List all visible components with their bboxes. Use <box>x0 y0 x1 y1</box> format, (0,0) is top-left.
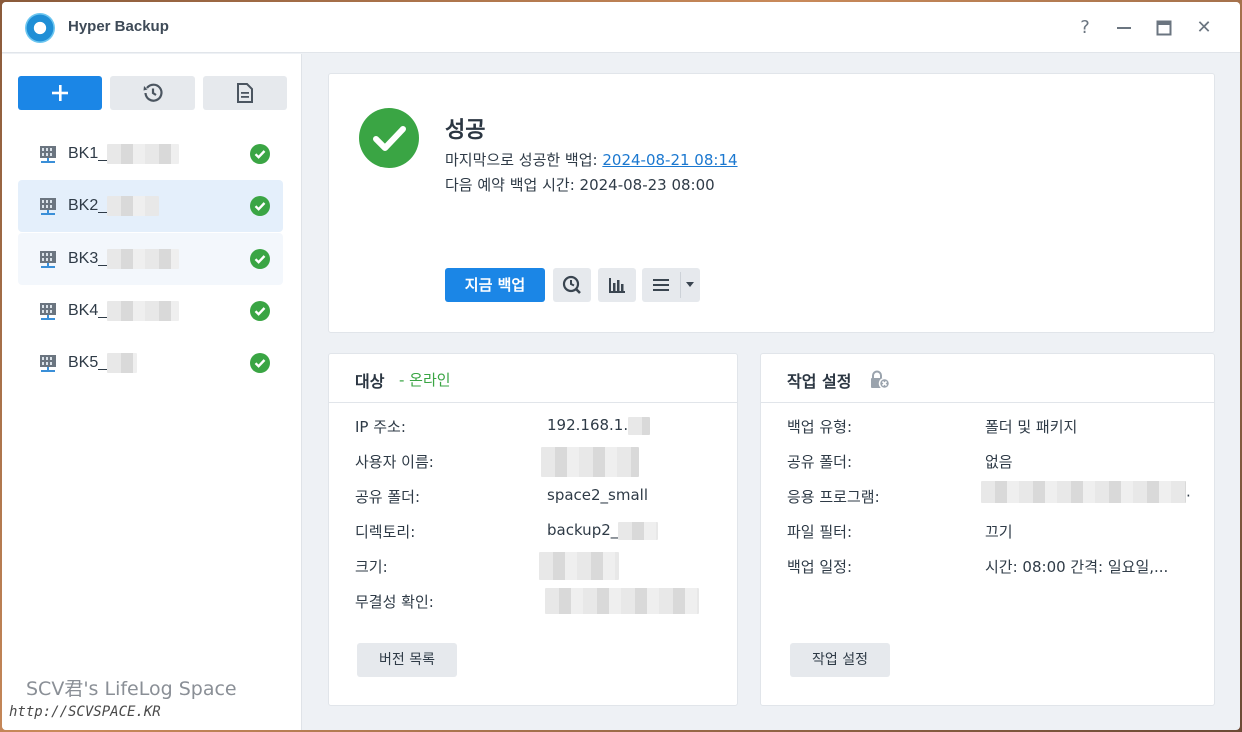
task-item-bk5[interactable]: BK5_ <box>18 337 283 389</box>
shared-folder-value: 없음 <box>985 453 1013 471</box>
target-title: 대상 <box>355 372 385 391</box>
size-value <box>539 552 619 580</box>
restore-history-icon <box>143 83 163 102</box>
task-item-bk1[interactable]: BK1_ <box>18 128 283 180</box>
success-check-icon <box>250 301 270 321</box>
task-item-bk4[interactable]: BK4_ <box>18 285 283 337</box>
task-name: BK2_ <box>68 196 160 216</box>
success-check-icon <box>359 108 419 168</box>
hyper-backup-logo-icon <box>25 13 55 43</box>
shared-folder-label: 공유 폴더: <box>355 488 421 506</box>
size-label: 크기: <box>355 558 388 576</box>
ip-address-label: IP 주소: <box>355 418 406 436</box>
status-title: 성공 <box>445 118 486 143</box>
sidebar: BK1_ BK2_ BK3_ BK4_ BK5_ SCV君's LifeLog … <box>2 54 302 730</box>
redacted-text <box>981 481 1186 503</box>
last-success-link[interactable]: 2024-08-21 08:14 <box>602 151 737 169</box>
shared-folder-value: space2_small <box>547 486 649 504</box>
version-timeline-button[interactable] <box>553 268 591 302</box>
settings-title: 작업 설정 <box>787 372 852 391</box>
task-settings-panel: 작업 설정 백업 유형: 폴더 및 패키지 공유 폴더: 없음 응용 프로그램:… <box>760 353 1215 706</box>
success-check-icon <box>250 353 270 373</box>
log-button[interactable] <box>203 76 287 110</box>
success-check-icon <box>250 196 270 216</box>
backup-type-label: 백업 유형: <box>787 418 853 436</box>
server-icon <box>40 303 56 320</box>
task-item-bk3[interactable]: BK3_ <box>18 233 283 285</box>
watermark-url: http://SCVSPACE.KR <box>9 704 161 720</box>
watermark-title: SCV君's LifeLog Space <box>26 678 237 700</box>
redacted-text <box>107 196 160 216</box>
redacted-text <box>618 521 659 540</box>
file-filter-label: 파일 필터: <box>787 523 853 541</box>
add-task-button[interactable] <box>18 76 102 110</box>
app-title: Hyper Backup <box>68 18 169 35</box>
encryption-lock-icon <box>871 370 891 390</box>
task-name: BK3_ <box>68 249 180 269</box>
task-name: BK1_ <box>68 144 180 164</box>
bar-chart-icon <box>609 278 625 293</box>
directory-value: backup2_ <box>547 521 659 540</box>
log-document-icon <box>237 83 253 103</box>
minimize-icon[interactable] <box>1112 16 1136 40</box>
integrity-check-value <box>545 588 699 614</box>
server-icon <box>40 198 56 215</box>
redacted-text <box>107 144 180 164</box>
applications-value: . <box>981 481 1191 503</box>
version-list-button[interactable]: 버전 목록 <box>357 643 457 677</box>
redacted-text <box>107 301 180 321</box>
caret-down-icon <box>686 282 694 287</box>
redacted-text <box>541 447 639 477</box>
server-icon <box>40 355 56 372</box>
task-name: BK4_ <box>68 301 180 321</box>
file-filter-value: 끄기 <box>985 523 1013 541</box>
redacted-text <box>545 588 699 614</box>
title-bar: Hyper Backup ? ✕ <box>2 2 1240 53</box>
help-icon[interactable]: ? <box>1073 16 1097 40</box>
target-panel: 대상 - 온라인 IP 주소: 192.168.1. 사용자 이름: 공유 폴더… <box>328 353 738 706</box>
server-icon <box>40 251 56 268</box>
backup-schedule-label: 백업 일정: <box>787 558 853 576</box>
shared-folder-label: 공유 폴더: <box>787 453 853 471</box>
last-success-label: 마지막으로 성공한 백업: <box>445 151 603 169</box>
success-check-icon <box>250 249 270 269</box>
plus-icon <box>52 85 68 101</box>
maximize-icon[interactable] <box>1152 16 1176 40</box>
username-label: 사용자 이름: <box>355 453 434 471</box>
redacted-text <box>628 416 651 435</box>
backup-now-button[interactable]: 지금 백업 <box>445 268 545 302</box>
menu-icon <box>653 279 669 291</box>
task-name: BK5_ <box>68 353 138 373</box>
last-success-line: 마지막으로 성공한 백업: 2024-08-21 08:14 <box>445 149 738 170</box>
status-panel: 성공 마지막으로 성공한 백업: 2024-08-21 08:14 다음 예약 … <box>328 73 1215 333</box>
redacted-text <box>107 249 180 269</box>
directory-label: 디렉토리: <box>355 523 416 541</box>
task-settings-button[interactable]: 작업 설정 <box>790 643 890 677</box>
integrity-check-label: 무결성 확인: <box>355 593 434 611</box>
redacted-text <box>107 353 138 373</box>
applications-label: 응용 프로그램: <box>787 488 880 506</box>
close-icon[interactable]: ✕ <box>1192 16 1216 40</box>
more-actions-dropdown[interactable] <box>642 268 700 302</box>
server-icon <box>40 146 56 163</box>
settings-header: 작업 설정 <box>761 354 1214 403</box>
target-online-status: - 온라인 <box>399 371 451 389</box>
redacted-text <box>539 552 619 580</box>
hyper-backup-window: Hyper Backup ? ✕ BK1_ BK2_ BK3_ BK4_ BK5… <box>2 2 1240 730</box>
success-check-icon <box>250 144 270 164</box>
statistics-button[interactable] <box>598 268 636 302</box>
clock-search-icon <box>562 275 581 294</box>
ip-address-value: 192.168.1. <box>547 416 651 435</box>
target-header: 대상 - 온라인 <box>329 354 737 403</box>
next-schedule: 다음 예약 백업 시간: 2024-08-23 08:00 <box>445 176 715 194</box>
task-item-bk2[interactable]: BK2_ <box>18 180 283 232</box>
backup-schedule-value: 시간: 08:00 간격: 일요일,... <box>985 558 1169 576</box>
username-value <box>541 447 639 477</box>
backup-type-value: 폴더 및 패키지 <box>985 418 1078 436</box>
restore-button[interactable] <box>110 76 195 110</box>
